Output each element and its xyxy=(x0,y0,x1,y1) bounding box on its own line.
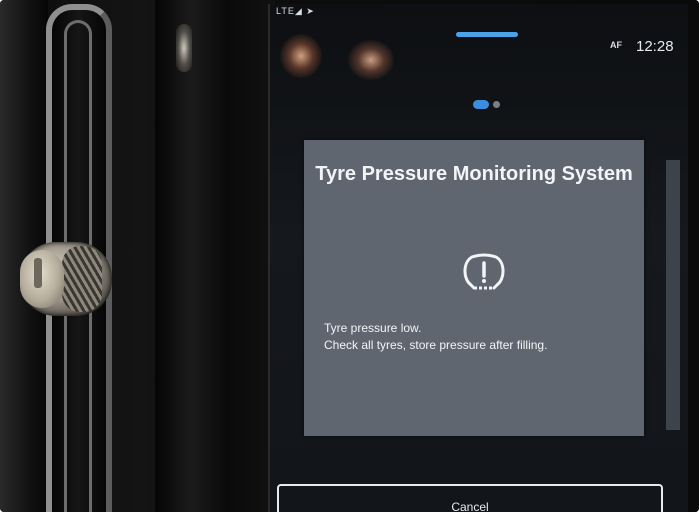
dialog-title: Tyre Pressure Monitoring System xyxy=(304,162,644,187)
background-panel-edge xyxy=(666,160,680,430)
light-reflection xyxy=(280,34,322,78)
message-line: Check all tyres, store pressure after fi… xyxy=(324,338,548,352)
cancel-button[interactable]: Cancel xyxy=(277,484,663,512)
screen-bezel xyxy=(155,0,275,512)
signal-status: LTE◢ ➤ xyxy=(276,6,315,16)
dialog-message: Tyre pressure low. Check all tyres, stor… xyxy=(324,320,634,354)
af-indicator: AF xyxy=(610,40,622,50)
light-reflection xyxy=(348,40,394,80)
dialog-title-text: Tyre Pressure Monitoring System xyxy=(315,163,633,185)
clock: 12:28 xyxy=(636,38,674,55)
vent-knob-cap xyxy=(20,250,64,308)
message-line: Tyre pressure low. xyxy=(324,321,422,335)
top-handle-bar[interactable] xyxy=(456,32,518,37)
vent-knob-grip xyxy=(62,246,102,312)
vent-knob-slot xyxy=(34,258,42,288)
page-dot-active xyxy=(473,100,489,109)
photo-frame: LTE◢ ➤ AF 12:28 Tyre Pressure Monitoring… xyxy=(0,0,699,512)
bezel-reflection xyxy=(176,24,192,72)
screen-edge xyxy=(688,0,699,512)
page-dot xyxy=(493,101,500,108)
tpms-warning-icon xyxy=(463,253,505,290)
tpms-dialog: Tyre Pressure Monitoring System Tyre pre… xyxy=(304,140,644,436)
